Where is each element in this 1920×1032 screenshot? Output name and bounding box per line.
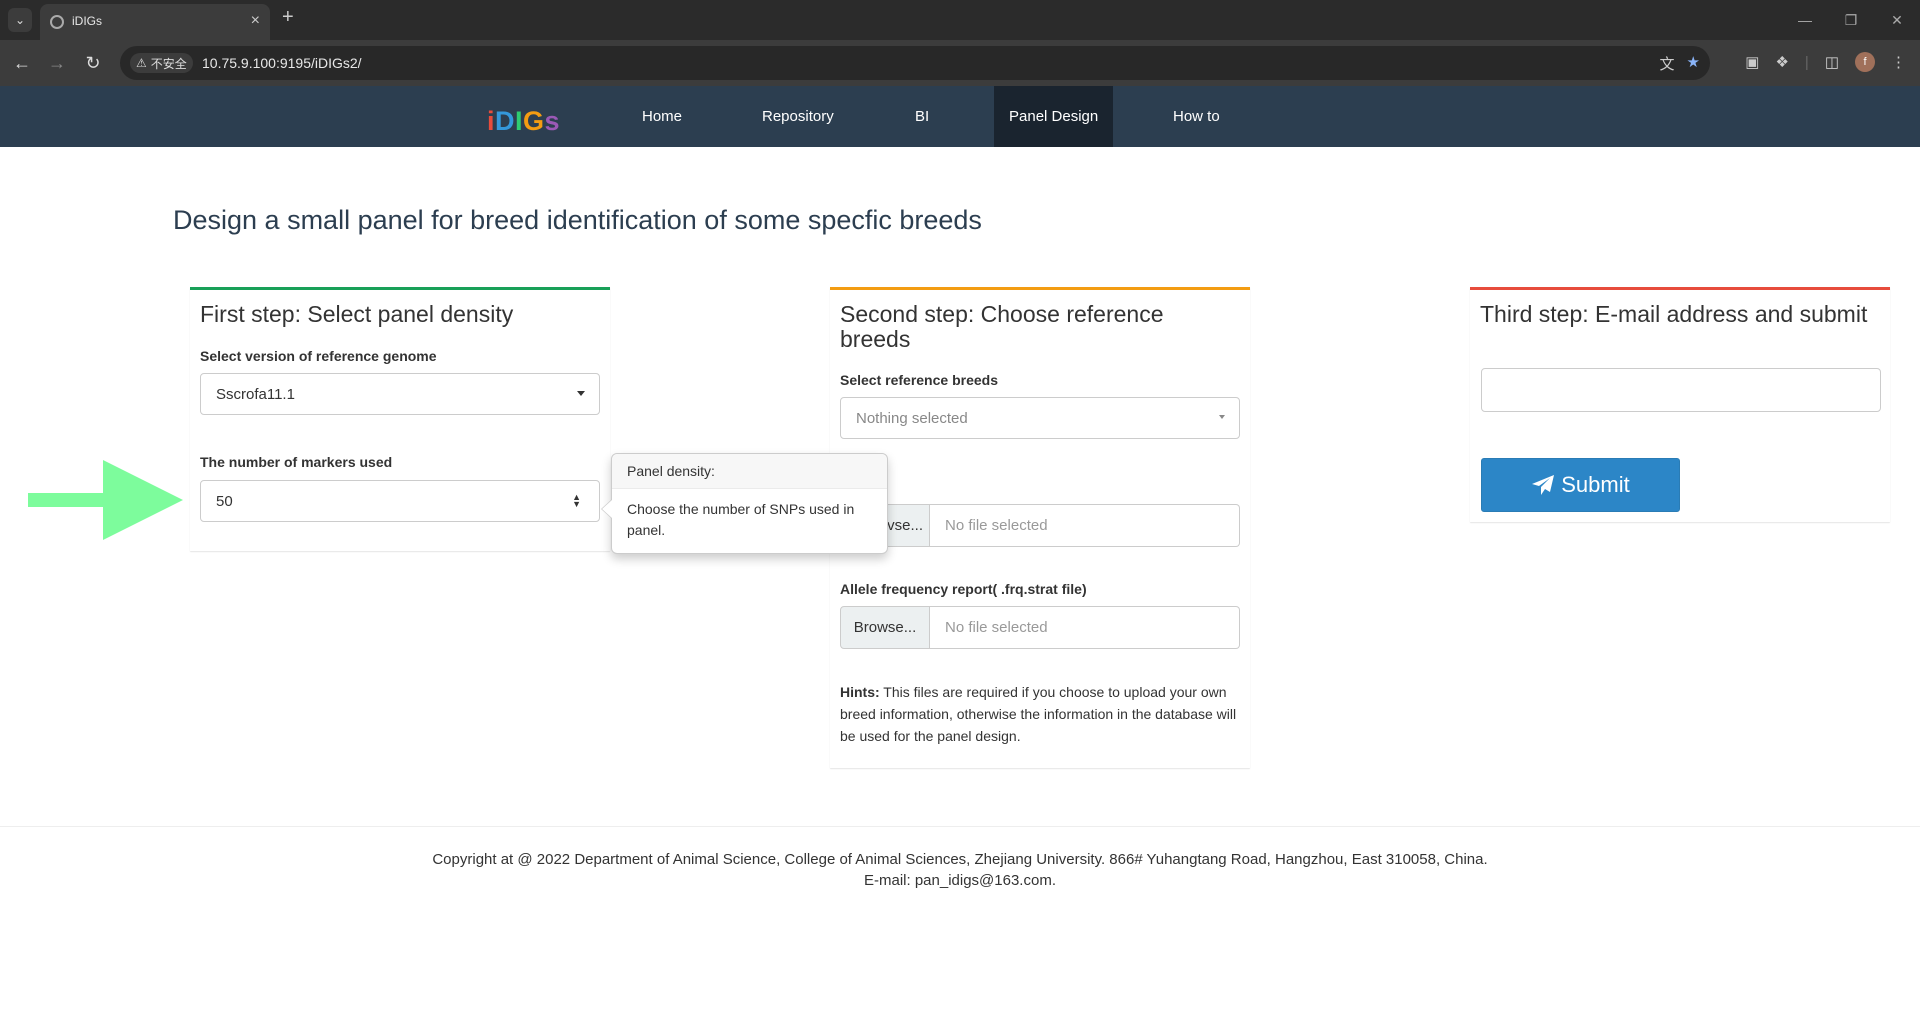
extension-area: ▣ ❖ | ◫ f ⋮ — [1745, 52, 1906, 72]
url-text[interactable]: 10.75.9.100:9195/iDIGs2/ — [202, 55, 362, 71]
close-tab-icon[interactable]: × — [251, 12, 260, 30]
allele-file-text: No file selected — [930, 606, 1240, 649]
browser-tab[interactable]: iDIGs × — [40, 4, 270, 40]
popover-content: Choose the number of SNPs used in panel. — [627, 501, 855, 538]
site-navbar: iDIGs Home Repository BI Panel Design Ho… — [0, 86, 1920, 147]
allele-label: Allele frequency report( .frq.strat file… — [840, 581, 1087, 597]
logo-letter: I — [515, 106, 524, 136]
genotype-file-text: No file selected — [930, 504, 1240, 547]
spinner-icon[interactable]: ▲ ▼ — [572, 493, 581, 509]
allele-file-input: Browse... No file selected — [840, 606, 1240, 649]
genotype-file-input: vse... No file selected — [840, 504, 1240, 547]
bookmark-star-icon[interactable]: ★ — [1687, 53, 1700, 74]
panel-density-popover: Panel density: Choose the number of SNPs… — [601, 453, 888, 554]
step3-title: Third step: E-mail address and submit — [1480, 301, 1868, 327]
nav-bi[interactable]: BI — [915, 86, 929, 147]
genome-select-value: Sscrofa11.1 — [216, 385, 295, 403]
genome-select[interactable]: Sscrofa11.1 — [200, 373, 600, 415]
popover-arrow — [601, 499, 612, 519]
nav-home[interactable]: Home — [642, 86, 682, 147]
reading-list-icon[interactable]: ▣ — [1745, 53, 1759, 71]
green-arrow-icon — [28, 460, 183, 540]
step1-title: First step: Select panel density — [200, 301, 514, 327]
security-indicator[interactable]: ⚠ 不安全 — [130, 53, 193, 73]
profile-avatar[interactable]: f — [1855, 52, 1875, 72]
logo-letter: s — [544, 106, 561, 136]
hints-label: Hints: — [840, 684, 880, 700]
nav-panel-design[interactable]: Panel Design — [994, 86, 1114, 147]
breeds-select-value: Nothing selected — [856, 409, 968, 427]
window-controls: — ❐ ✕ — [1782, 0, 1920, 40]
markers-label: The number of markers used — [200, 454, 393, 470]
nav-repository[interactable]: Repository — [762, 86, 834, 147]
restore-icon[interactable]: ❐ — [1828, 0, 1874, 40]
popover-title: Panel density: — [612, 454, 887, 489]
browser-tab-strip: ⌄ iDIGs × + — ❐ ✕ — [0, 0, 1920, 40]
security-label: 不安全 — [150, 56, 187, 71]
site-logo[interactable]: iDIGs — [487, 106, 560, 137]
logo-letter: D — [495, 106, 516, 136]
footer-email: E-mail: pan_idigs@163.com. — [864, 872, 1056, 889]
paper-plane-icon — [1532, 475, 1555, 495]
omnibox-actions: 文 ★ — [1660, 53, 1700, 74]
caret-down-icon — [577, 391, 585, 396]
footer: Copyright at @ 2022 Department of Animal… — [0, 849, 1920, 891]
address-bar[interactable]: ⚠ 不安全 10.75.9.100:9195/iDIGs2/ 文 ★ — [120, 46, 1710, 80]
step2-title: Second step: Choose reference breeds — [840, 301, 1164, 352]
tab-search-icon[interactable]: ⌄ — [8, 8, 32, 32]
footer-copyright: Copyright at @ 2022 Department of Animal… — [432, 851, 1488, 868]
allele-browse-button[interactable]: Browse... — [840, 606, 930, 649]
email-input[interactable] — [1481, 368, 1881, 412]
logo-letter: G — [523, 106, 545, 136]
hints-text: Hints: This files are required if you ch… — [840, 681, 1240, 747]
tab-title: iDIGs — [72, 14, 102, 28]
submit-label: Submit — [1561, 472, 1630, 497]
back-icon[interactable]: ← — [10, 51, 34, 75]
markers-value: 50 — [216, 492, 233, 510]
markers-number-input[interactable]: 50 ▲ ▼ — [200, 480, 600, 522]
globe-icon — [50, 15, 64, 29]
genome-label: Select version of reference genome — [200, 348, 437, 364]
breeds-label: Select reference breeds — [840, 372, 998, 388]
browser-toolbar: ← → ↻ ⚠ 不安全 10.75.9.100:9195/iDIGs2/ 文 ★… — [0, 40, 1920, 86]
forward-icon[interactable]: → — [45, 51, 69, 75]
translate-icon[interactable]: 文 — [1660, 53, 1675, 74]
side-panel-icon[interactable]: ◫ — [1825, 53, 1839, 71]
extensions-icon[interactable]: ❖ — [1775, 53, 1788, 71]
submit-button[interactable]: Submit — [1481, 458, 1680, 512]
warning-icon: ⚠ — [136, 56, 147, 70]
breeds-multiselect[interactable]: Nothing selected — [840, 397, 1240, 439]
caret-down-icon — [1219, 415, 1225, 419]
hints-body: This files are required if you choose to… — [840, 684, 1237, 744]
nav-how-to[interactable]: How to — [1173, 86, 1220, 147]
footer-divider — [0, 826, 1920, 827]
toolbar-divider: | — [1804, 53, 1809, 71]
new-tab-icon[interactable]: + — [282, 6, 294, 29]
logo-letter: i — [487, 106, 496, 136]
reload-icon[interactable]: ↻ — [81, 51, 105, 75]
menu-icon[interactable]: ⋮ — [1891, 53, 1906, 71]
close-window-icon[interactable]: ✕ — [1874, 0, 1920, 40]
page-title: Design a small panel for breed identific… — [173, 205, 982, 235]
minimize-icon[interactable]: — — [1782, 0, 1828, 40]
